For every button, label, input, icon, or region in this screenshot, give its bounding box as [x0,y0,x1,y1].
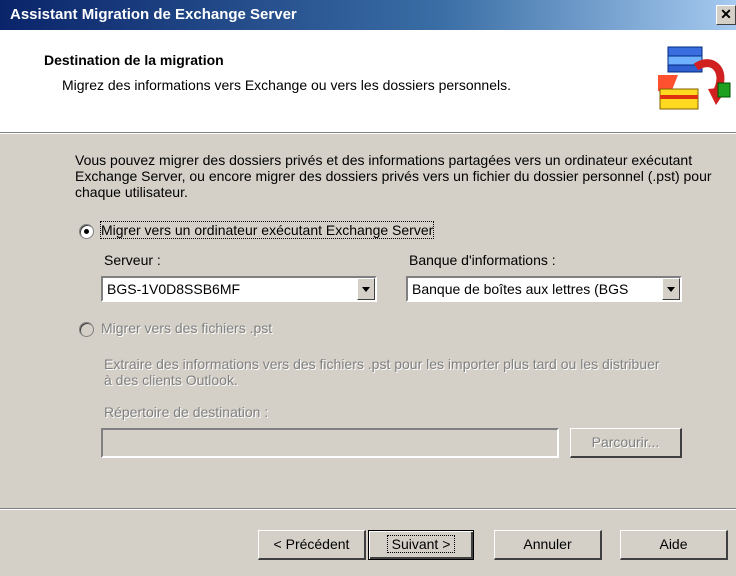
pst-description: Extraire des informations vers des fichi… [104,356,660,388]
store-value: Banque de boîtes aux lettres (BGS [412,281,629,297]
wizard-header: Destination de la migration Migrez des i… [0,30,736,133]
close-icon: ✕ [720,6,732,22]
store-label: Banque d'informations : [409,252,556,268]
migration-wizard-icon [658,46,731,110]
cancel-button[interactable]: Annuler [494,530,602,560]
pst-radio[interactable] [79,322,94,337]
exchange-option-label[interactable]: Migrer vers un ordinateur exécutant Exch… [99,221,435,239]
dest-folder-label: Répertoire de destination : [104,404,269,420]
help-button[interactable]: Aide [620,530,728,560]
server-label: Serveur : [104,252,161,268]
intro-text: Vous pouvez migrer des dossiers privés e… [75,152,712,200]
server-value: BGS-1V0D8SSB6MF [107,281,241,297]
radio-selected-dot [84,229,89,234]
page-subtitle: Migrez des informations vers Exchange ou… [62,77,511,93]
server-select[interactable]: BGS-1V0D8SSB6MF [101,276,377,302]
close-button[interactable]: ✕ [716,5,736,25]
window-title: Assistant Migration de Exchange Server [10,6,297,23]
browse-button[interactable]: Parcourir... [570,428,682,458]
page-title: Destination de la migration [44,52,224,68]
chevron-down-icon[interactable] [662,278,680,300]
back-button[interactable]: < Précédent [258,530,366,560]
title-bar: Assistant Migration de Exchange Server [0,0,736,30]
next-button-label: Suivant > [386,535,456,553]
store-select[interactable]: Banque de boîtes aux lettres (BGS [406,276,682,302]
footer-separator-highlight [0,509,736,510]
header-separator [0,133,736,134]
dest-folder-input[interactable] [101,428,559,458]
pst-option-label[interactable]: Migrer vers des fichiers .pst [101,320,272,336]
chevron-down-icon[interactable] [357,278,375,300]
next-button[interactable]: Suivant > [368,530,474,560]
exchange-radio[interactable] [79,224,94,239]
